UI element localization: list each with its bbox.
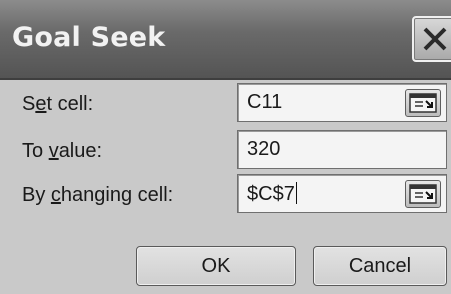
set-cell-input[interactable]: C11 bbox=[237, 83, 447, 122]
close-icon bbox=[423, 27, 447, 51]
to-value-input[interactable]: 320 bbox=[237, 130, 447, 169]
by-changing-cell-value-wrap: $C$7 bbox=[247, 182, 297, 206]
dialog-title: Goal Seek bbox=[12, 22, 166, 53]
by-changing-cell-input[interactable]: $C$7 bbox=[237, 174, 447, 213]
by-changing-cell-collapse-button[interactable] bbox=[405, 180, 441, 208]
set-cell-label-part: S bbox=[22, 93, 36, 115]
ok-button[interactable]: OK bbox=[136, 246, 296, 286]
by-changing-cell-label-part: By bbox=[22, 184, 51, 206]
to-value-label-part: alue: bbox=[58, 140, 103, 162]
close-button[interactable] bbox=[412, 16, 451, 62]
to-value-label-part: To bbox=[22, 140, 49, 162]
by-changing-cell-label: By changing cell: bbox=[22, 184, 173, 207]
to-value-label-accelerator: v bbox=[48, 140, 59, 162]
goal-seek-dialog: Goal Seek Set cell: C11 To value: 320 By… bbox=[0, 0, 451, 294]
set-cell-label: Set cell: bbox=[22, 93, 93, 116]
by-changing-cell-label-part: hanging cell: bbox=[60, 184, 174, 206]
by-changing-cell-value: $C$7 bbox=[247, 183, 295, 205]
set-cell-value: C11 bbox=[247, 91, 283, 113]
text-caret bbox=[295, 182, 297, 204]
collapse-dialog-icon bbox=[409, 93, 437, 113]
to-value-value: 320 bbox=[247, 138, 281, 160]
by-changing-cell-label-accelerator: c bbox=[50, 184, 61, 206]
title-bar: Goal Seek bbox=[0, 0, 451, 80]
collapse-dialog-icon bbox=[409, 184, 437, 204]
set-cell-label-part: t cell: bbox=[46, 93, 94, 115]
to-value-label: To value: bbox=[22, 140, 102, 163]
cancel-button[interactable]: Cancel bbox=[313, 246, 447, 286]
set-cell-label-accelerator: e bbox=[35, 93, 47, 115]
set-cell-collapse-button[interactable] bbox=[405, 89, 441, 117]
